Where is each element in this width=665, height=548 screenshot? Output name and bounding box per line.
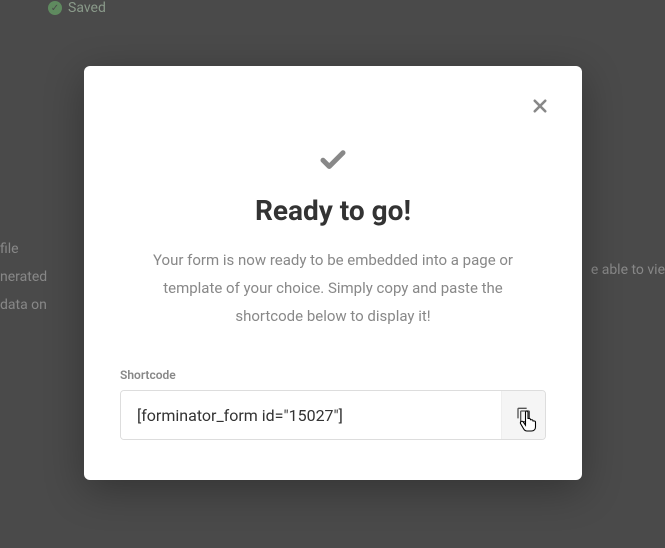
shortcode-input[interactable] — [121, 391, 501, 439]
copy-button[interactable] — [501, 391, 545, 439]
modal-dialog: Ready to go! Your form is now ready to b… — [84, 66, 582, 480]
modal-description: Your form is now ready to be embedded in… — [120, 247, 546, 330]
success-check-icon — [120, 144, 546, 174]
modal-title: Ready to go! — [120, 194, 546, 227]
close-button[interactable] — [524, 90, 556, 122]
shortcode-section: Shortcode — [120, 368, 546, 440]
copy-icon — [516, 407, 532, 423]
close-icon — [531, 97, 549, 115]
shortcode-field — [120, 390, 546, 440]
shortcode-label: Shortcode — [120, 368, 546, 382]
modal-overlay: Ready to go! Your form is now ready to b… — [0, 0, 665, 548]
